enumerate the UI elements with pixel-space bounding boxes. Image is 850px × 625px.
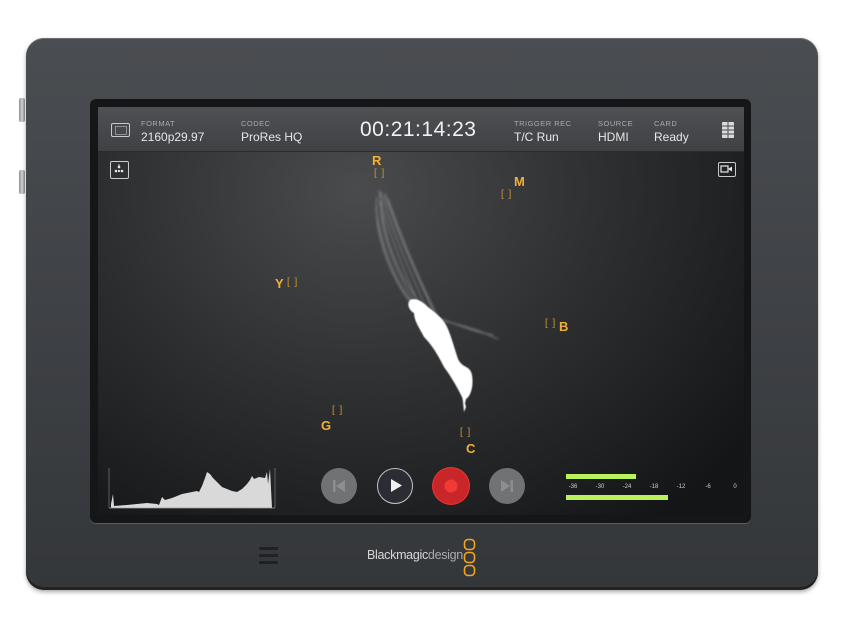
brand-logo-icon	[463, 538, 476, 577]
vectorscope-trace	[375, 189, 499, 412]
audio-meter: -36 -30 -24 -18 -12 -6 0	[563, 471, 743, 507]
audio-meter-tick-label: -6	[705, 484, 711, 490]
audio-meter-channel-2	[566, 495, 668, 500]
brand-logo-text: Blackmagicdesign	[367, 548, 463, 562]
scope-target-label-r: R	[372, 153, 382, 168]
scope-target-bracket-b: [ ]	[545, 318, 557, 329]
scope-target-label-b: B	[559, 319, 569, 334]
audio-meter-tick-label: -30	[595, 484, 605, 490]
histogram[interactable]	[107, 464, 279, 512]
speaker-grille	[259, 554, 278, 557]
skip-forward-button[interactable]	[489, 468, 525, 504]
scope-target-label-g: G	[321, 418, 332, 433]
scope-target-bracket-c: [ ]	[460, 427, 472, 438]
record-icon	[444, 479, 458, 493]
scope-target-label-c: C	[466, 441, 476, 456]
scope-target-label-m: M	[514, 174, 525, 189]
skip-back-icon	[333, 480, 345, 492]
scope-target-bracket-y: [ ]	[287, 277, 299, 288]
audio-meter-channel-1	[566, 474, 636, 479]
scope-target-bracket-g: [ ]	[332, 405, 344, 416]
audio-meter-tick-label: -12	[676, 484, 686, 490]
touchscreen: FORMAT 2160p29.97 CODEC ProRes HQ 00:21:…	[98, 107, 744, 515]
play-icon	[391, 479, 402, 492]
scope-target-bracket-r: [ ]	[374, 168, 386, 179]
record-button[interactable]	[433, 468, 469, 504]
audio-meter-tick-label: -18	[649, 484, 659, 490]
speaker-grille	[259, 547, 278, 550]
audio-meter-tick-label: -36	[568, 484, 578, 490]
play-button[interactable]	[377, 468, 413, 504]
speaker-grille	[259, 561, 278, 564]
skip-forward-icon	[501, 480, 513, 492]
audio-meter-tick-label: 0	[733, 484, 737, 490]
brand-suffix: design	[427, 548, 463, 562]
side-button-bottom[interactable]	[19, 170, 25, 194]
brand-name: Blackmagic	[367, 548, 428, 562]
audio-meter-tick-label: -24	[622, 484, 632, 490]
scope-target-label-y: Y	[275, 276, 284, 291]
skip-back-button[interactable]	[321, 468, 357, 504]
scope-target-bracket-m: [ ]	[501, 189, 513, 200]
side-button-top[interactable]	[19, 98, 25, 122]
